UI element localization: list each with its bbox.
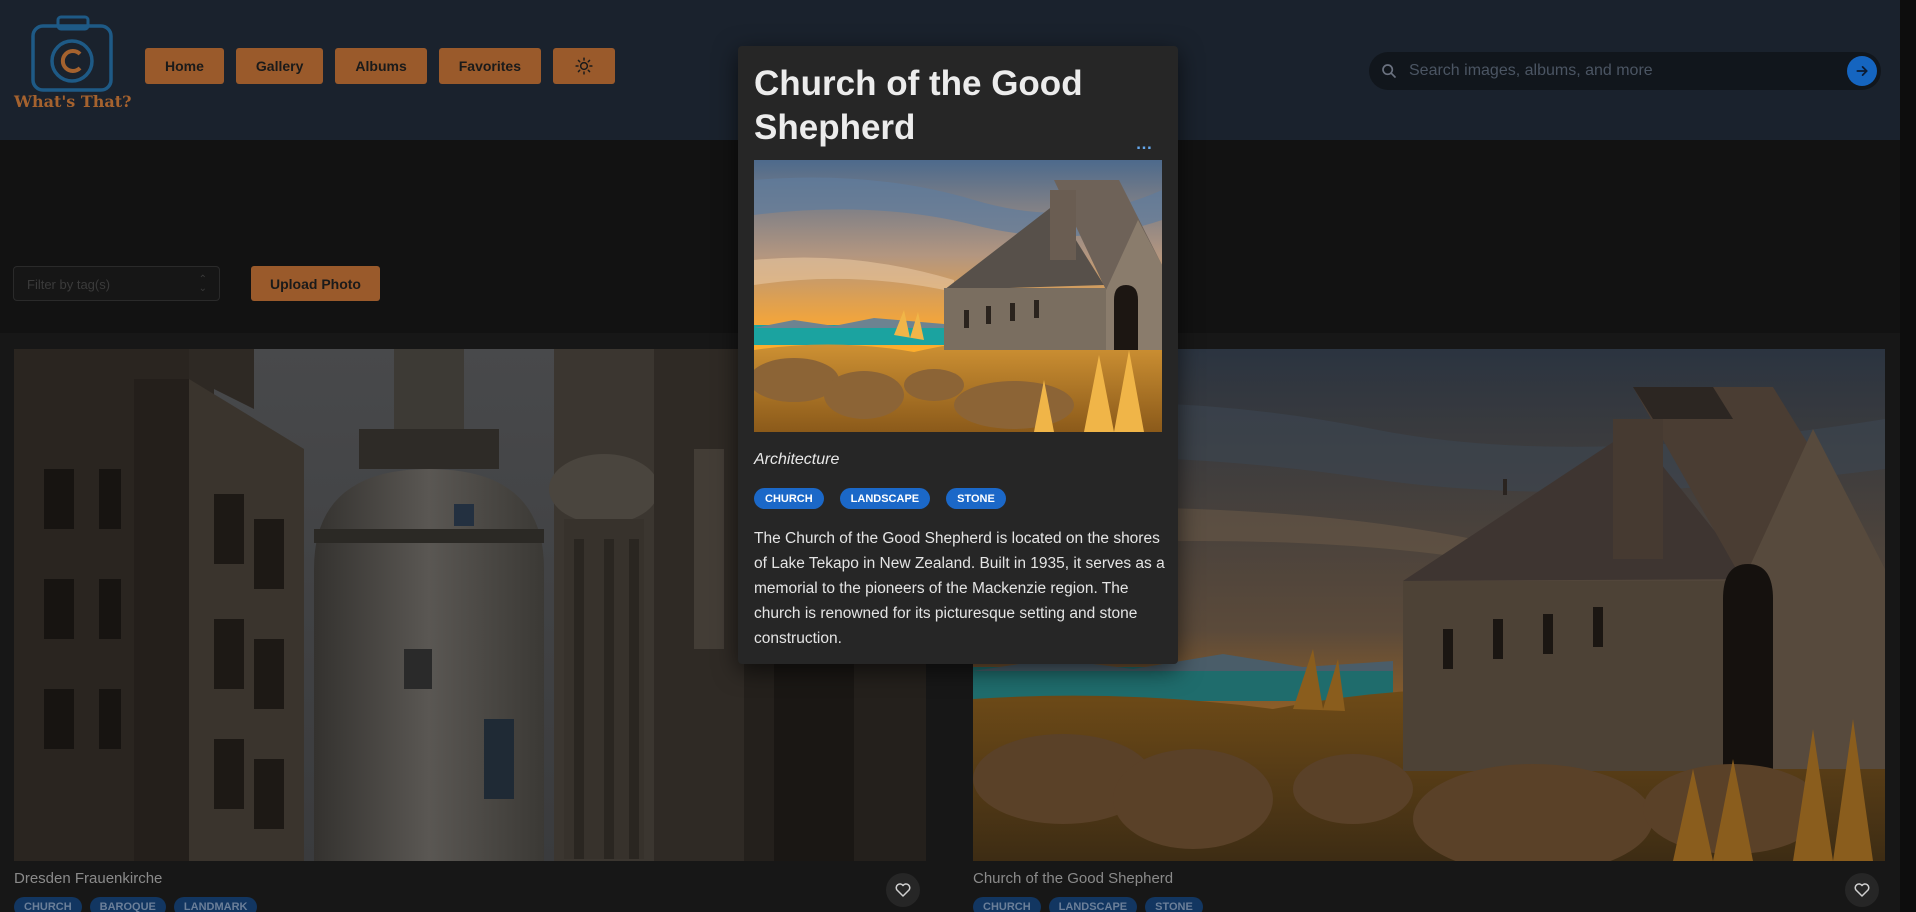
camera-logo-icon — [31, 15, 113, 92]
theme-toggle-button[interactable] — [552, 48, 615, 84]
nav-favorites-button[interactable]: Favorites — [438, 48, 541, 84]
tag-chip[interactable]: LANDSCAPE — [1048, 897, 1138, 912]
gallery-card-tags: CHURCH BAROQUE LANDMARK — [14, 897, 258, 912]
modal-category: Architecture — [754, 451, 840, 468]
nav-home-button[interactable]: Home — [145, 48, 224, 84]
church-good-shepherd-photo — [754, 160, 1162, 432]
sun-icon — [575, 57, 593, 75]
upload-photo-button[interactable]: Upload Photo — [251, 266, 380, 301]
heart-icon — [895, 883, 911, 897]
nav-gallery-button[interactable]: Gallery — [235, 48, 324, 84]
more-options-button[interactable]: … — [1130, 135, 1158, 152]
modal-title: Church of the Good Shepherd — [754, 64, 1083, 147]
image-detail-modal: Church of the Good Shepherd … Architectu… — [738, 46, 1178, 664]
gallery-card-title[interactable]: Church of the Good Shepherd — [973, 870, 1173, 887]
modal-image[interactable] — [754, 160, 1162, 432]
search-icon — [1382, 64, 1396, 78]
tag-chip[interactable]: CHURCH — [754, 488, 824, 509]
logo[interactable]: What's That? — [12, 14, 132, 114]
search-submit-button[interactable] — [1847, 56, 1877, 86]
modal-description: The Church of the Good Shepherd is locat… — [754, 530, 1165, 647]
search-input[interactable] — [1409, 52, 1809, 90]
tag-chip[interactable]: LANDSCAPE — [839, 488, 931, 509]
tag-filter-placeholder: Filter by tag(s) — [27, 277, 111, 292]
tag-chip[interactable]: STONE — [1145, 897, 1203, 912]
tag-chip[interactable]: STONE — [946, 488, 1006, 509]
scrollbar-gutter[interactable] — [1900, 0, 1916, 912]
gallery-card-tags: CHURCH LANDSCAPE STONE — [973, 897, 1203, 912]
nav-albums-button[interactable]: Albums — [335, 48, 427, 84]
tag-chip[interactable]: BAROQUE — [89, 897, 166, 912]
gallery-card-title[interactable]: Dresden Frauenkirche — [14, 870, 162, 887]
logo-text: What's That? — [14, 92, 132, 111]
chevron-updown-icon: ⌃ ⌄ — [198, 274, 207, 294]
modal-tags: CHURCH LANDSCAPE STONE — [754, 488, 1006, 509]
favorite-button[interactable] — [886, 873, 920, 907]
arrow-right-icon — [1856, 66, 1868, 76]
tag-chip[interactable]: CHURCH — [973, 897, 1041, 912]
tag-chip[interactable]: LANDMARK — [173, 897, 258, 912]
favorite-button[interactable] — [1845, 873, 1879, 907]
main-nav: Home Gallery Albums Favorites — [145, 48, 615, 84]
tag-chip[interactable]: CHURCH — [14, 897, 82, 912]
search-bar — [1369, 52, 1881, 90]
heart-icon — [1854, 883, 1870, 897]
tag-filter-select[interactable]: Filter by tag(s) ⌃ ⌄ — [13, 266, 220, 301]
